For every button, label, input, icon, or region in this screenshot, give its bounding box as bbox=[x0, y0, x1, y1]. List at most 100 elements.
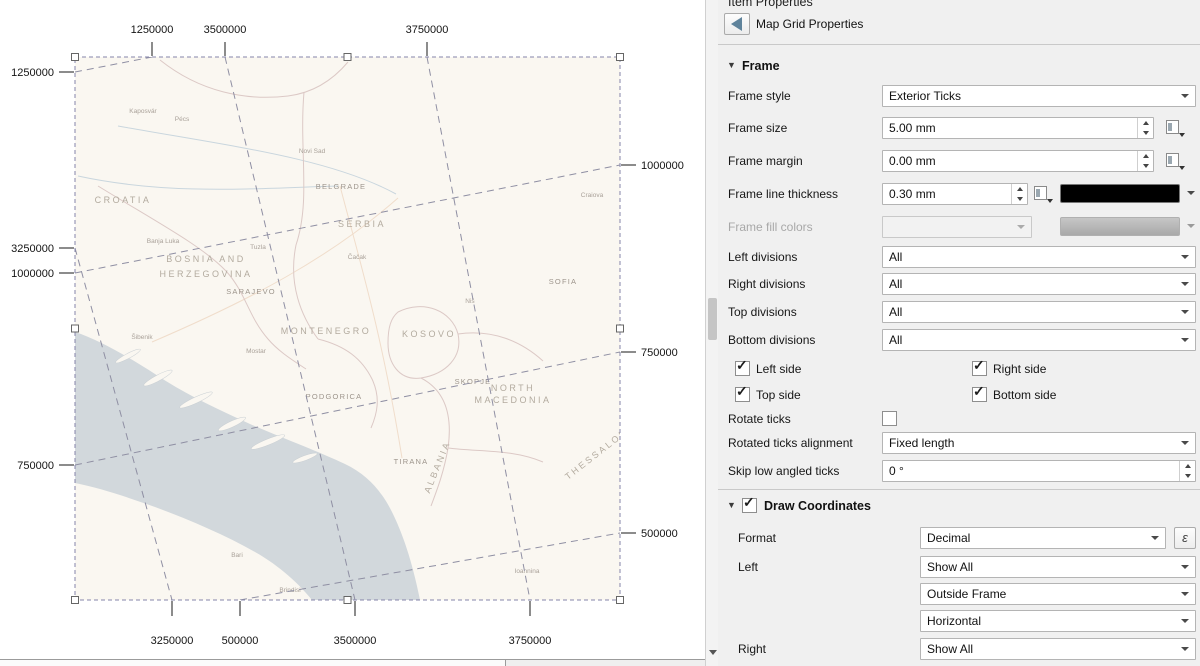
back-button[interactable] bbox=[724, 13, 750, 35]
qgis-layout-window: CROATIA SERBIA BOSNIA AND HERZEGOVINA MO… bbox=[0, 0, 1200, 666]
selection-handle[interactable] bbox=[617, 597, 624, 604]
selection-handle[interactable] bbox=[72, 597, 79, 604]
checkmark-icon: ✓ bbox=[736, 357, 748, 374]
grid-label-left: 750000 bbox=[17, 460, 54, 472]
epsilon-icon: ε bbox=[1182, 530, 1188, 545]
selection-handle[interactable] bbox=[617, 54, 624, 61]
right-divisions-select[interactable]: All bbox=[882, 273, 1196, 295]
spin-down-button[interactable] bbox=[1138, 161, 1153, 171]
separator bbox=[718, 489, 1200, 490]
coordinates-left-position-select[interactable]: Outside Frame bbox=[920, 583, 1196, 605]
frame-section-title[interactable]: Frame bbox=[742, 57, 780, 75]
data-defined-override-button[interactable] bbox=[1164, 117, 1186, 139]
spin-up-button[interactable] bbox=[1138, 118, 1153, 128]
grid-label-left: 1000000 bbox=[11, 268, 54, 280]
bottom-divisions-select[interactable]: All bbox=[882, 329, 1196, 351]
rotate-ticks-label: Rotate ticks bbox=[728, 408, 791, 430]
rotated-ticks-alignment-select[interactable]: Fixed length bbox=[882, 432, 1196, 454]
selection-handle[interactable] bbox=[72, 325, 79, 332]
spin-up-button[interactable] bbox=[1012, 184, 1027, 194]
checkmark-icon: ✓ bbox=[973, 357, 985, 374]
grid-label-right: 750000 bbox=[641, 347, 678, 359]
rotate-ticks-checkbox[interactable] bbox=[882, 411, 897, 426]
city-label: SARAJEVO bbox=[226, 287, 276, 296]
dropdown-arrow-icon bbox=[1181, 338, 1189, 342]
coordinates-right-select[interactable]: Show All bbox=[920, 638, 1196, 660]
dropdown-arrow-icon bbox=[1181, 310, 1189, 314]
top-divisions-label: Top divisions bbox=[728, 301, 797, 323]
selection-handle[interactable] bbox=[344, 54, 351, 61]
spin-down-button[interactable] bbox=[1012, 194, 1027, 204]
left-divisions-select[interactable]: All bbox=[882, 246, 1196, 268]
right-side-checkbox[interactable]: ✓ bbox=[972, 361, 987, 376]
canvas-hscrollbar[interactable] bbox=[0, 659, 705, 666]
grid-label-right: 500000 bbox=[641, 528, 678, 540]
frame-line-thickness-label: Frame line thickness bbox=[728, 183, 838, 205]
grid-label-left: 1250000 bbox=[11, 67, 54, 79]
top-divisions-select[interactable]: All bbox=[882, 301, 1196, 323]
data-defined-override-button[interactable] bbox=[1164, 150, 1186, 172]
draw-coordinates-section-title[interactable]: Draw Coordinates bbox=[764, 497, 871, 515]
spin-down-button[interactable] bbox=[1180, 471, 1195, 481]
skip-low-angled-ticks-input[interactable]: 0 ° bbox=[882, 460, 1196, 482]
frame-line-thickness-input[interactable]: 0.30 mm bbox=[882, 183, 1028, 205]
spin-up-button[interactable] bbox=[1180, 461, 1195, 471]
color-swatch bbox=[1060, 217, 1180, 236]
town-label: Mostar bbox=[246, 348, 267, 355]
town-label: Kaposvár bbox=[129, 108, 157, 115]
left-side-checkbox[interactable]: ✓ bbox=[735, 361, 750, 376]
format-select[interactable]: Decimal bbox=[920, 527, 1166, 549]
frame-size-label: Frame size bbox=[728, 117, 787, 139]
frame-margin-input[interactable]: 0.00 mm bbox=[882, 150, 1154, 172]
country-label: MACEDONIA bbox=[474, 395, 551, 405]
city-label: PODGORICA bbox=[306, 392, 363, 401]
coordinates-right-label: Right bbox=[738, 638, 766, 660]
frame-size-input[interactable]: 5.00 mm bbox=[882, 117, 1154, 139]
bottom-side-checkbox[interactable]: ✓ bbox=[972, 387, 987, 402]
coordinates-left-label: Left bbox=[738, 556, 758, 578]
town-label: Brindisi bbox=[279, 587, 300, 594]
town-label: Banja Luka bbox=[147, 238, 180, 245]
scroll-down-icon[interactable] bbox=[709, 650, 717, 655]
grid-label-right: 1000000 bbox=[641, 160, 684, 172]
city-label: SKOPJE bbox=[455, 377, 492, 386]
color-swatch bbox=[1060, 184, 1180, 203]
subpanel-title: Map Grid Properties bbox=[756, 13, 863, 35]
frame-fill-color2-button bbox=[1060, 216, 1196, 238]
custom-format-expression-button[interactable]: ε bbox=[1174, 527, 1196, 549]
grid-label-bottom: 3500000 bbox=[334, 635, 377, 647]
right-divisions-label: Right divisions bbox=[728, 273, 805, 295]
grid-label-bottom: 3250000 bbox=[151, 635, 194, 647]
selection-handle[interactable] bbox=[344, 597, 351, 604]
grid-label-top: 3500000 bbox=[204, 24, 247, 36]
collapse-icon[interactable]: ▼ bbox=[727, 60, 736, 70]
hscrollbar-handle[interactable] bbox=[0, 660, 506, 666]
top-side-checkbox[interactable]: ✓ bbox=[735, 387, 750, 402]
country-label: NORTH bbox=[491, 383, 535, 393]
draw-coordinates-checkbox[interactable]: ✓ bbox=[742, 498, 757, 513]
frame-line-color-button[interactable] bbox=[1060, 183, 1196, 205]
layout-canvas[interactable]: CROATIA SERBIA BOSNIA AND HERZEGOVINA MO… bbox=[0, 0, 705, 666]
grid-label-left: 3250000 bbox=[11, 243, 54, 255]
spin-up-button[interactable] bbox=[1138, 151, 1153, 161]
town-label: Šibenik bbox=[131, 332, 153, 341]
dropdown-arrow-icon bbox=[1181, 282, 1189, 286]
selection-handle[interactable] bbox=[72, 54, 79, 61]
panel-scrollbar[interactable] bbox=[705, 0, 718, 666]
town-label: Ioannina bbox=[515, 568, 540, 575]
grid-label-top: 1250000 bbox=[131, 24, 174, 36]
frame-fill-colors-label: Frame fill colors bbox=[728, 216, 813, 238]
collapse-icon[interactable]: ▼ bbox=[727, 500, 736, 510]
frame-style-select[interactable]: Exterior Ticks bbox=[882, 85, 1196, 107]
grid-label-bottom: 500000 bbox=[222, 635, 259, 647]
left-side-label: Left side bbox=[756, 358, 801, 380]
data-defined-override-button[interactable] bbox=[1032, 183, 1054, 205]
dropdown-arrow-icon bbox=[1151, 536, 1159, 540]
spin-down-button[interactable] bbox=[1138, 128, 1153, 138]
scrollbar-handle[interactable] bbox=[708, 298, 717, 340]
selection-handle[interactable] bbox=[617, 325, 624, 332]
coordinates-left-direction-select[interactable]: Horizontal bbox=[920, 610, 1196, 632]
dropdown-arrow-icon bbox=[1181, 565, 1189, 569]
map-item[interactable]: CROATIA SERBIA BOSNIA AND HERZEGOVINA MO… bbox=[75, 57, 645, 600]
coordinates-left-select[interactable]: Show All bbox=[920, 556, 1196, 578]
